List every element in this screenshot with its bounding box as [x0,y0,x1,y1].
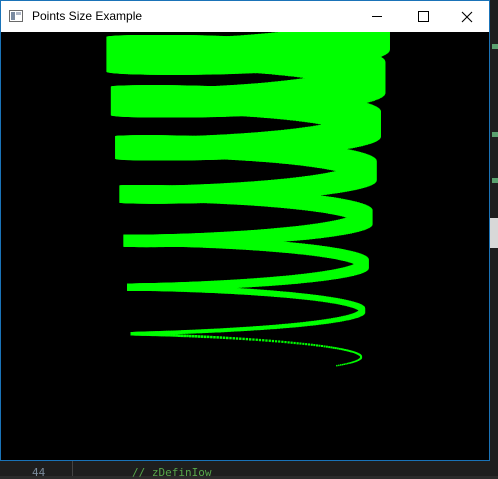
point [265,339,267,341]
point [181,334,184,337]
point [246,338,248,340]
point [236,337,238,339]
editor-marker [492,178,498,183]
point [204,336,207,339]
point [186,335,189,338]
point [340,364,342,366]
render-canvas[interactable] [1,32,489,460]
point [195,335,198,338]
point [308,343,310,345]
point [347,363,349,365]
point [333,347,335,349]
point [345,363,347,365]
point [350,362,352,364]
point [294,342,296,344]
point [297,342,299,344]
point [178,334,181,337]
point [281,341,283,343]
point [233,337,235,339]
point [341,348,343,350]
point [165,334,168,337]
point [173,334,176,337]
point [192,335,195,338]
point [170,334,173,337]
editor-gutter-separator [72,460,73,476]
point [311,344,313,346]
maximize-icon [418,11,429,22]
point [342,349,344,351]
background-editor-edge [490,0,498,476]
window-title: Points Size Example [32,9,142,23]
point [210,336,213,339]
editor-marker [492,44,498,49]
minimize-button[interactable] [354,1,400,32]
point [302,343,304,345]
point [201,335,204,338]
point [348,362,350,364]
point [335,347,337,349]
point [272,340,274,342]
point [342,364,344,366]
point [319,345,321,347]
point [259,339,261,341]
editor-code-line: // zDefinIow [132,466,211,479]
close-button[interactable] [444,1,490,32]
point [339,348,341,350]
point [344,364,346,366]
title-bar[interactable]: Points Size Example [1,1,489,32]
point [249,338,251,340]
point [223,337,226,340]
point [324,345,326,347]
point [220,336,223,339]
point [328,346,330,348]
point [275,340,277,342]
point [213,336,216,339]
maximize-button[interactable] [400,1,446,32]
point [344,349,346,351]
point [326,346,328,348]
point [242,338,244,340]
point [305,343,307,345]
point [284,341,286,343]
point [175,334,178,337]
background-editor-bottom: 44 // zDefinIow [0,460,498,476]
point [183,335,186,338]
editor-scroll-thumb [490,218,498,248]
point [278,340,280,342]
point [291,342,293,344]
editor-line-number: 44 [32,466,45,479]
point [288,341,290,343]
point [351,362,353,364]
point [229,337,231,339]
point [256,339,258,341]
app-window-icon [9,10,23,22]
point [321,345,323,347]
point [336,365,338,367]
point [226,337,229,340]
app-window: Points Size Example [0,0,490,461]
point [269,340,271,342]
point [207,336,210,339]
point [262,339,264,341]
close-icon [461,11,473,23]
point [299,343,301,345]
point [330,346,332,348]
point [189,335,192,338]
editor-marker [492,132,498,137]
point [313,344,315,346]
point [239,338,241,340]
point [198,335,201,338]
point [216,336,219,339]
point [168,334,171,337]
point [316,344,318,346]
point [338,365,340,367]
point [337,348,339,350]
minimize-icon [372,16,382,17]
point [252,338,254,340]
